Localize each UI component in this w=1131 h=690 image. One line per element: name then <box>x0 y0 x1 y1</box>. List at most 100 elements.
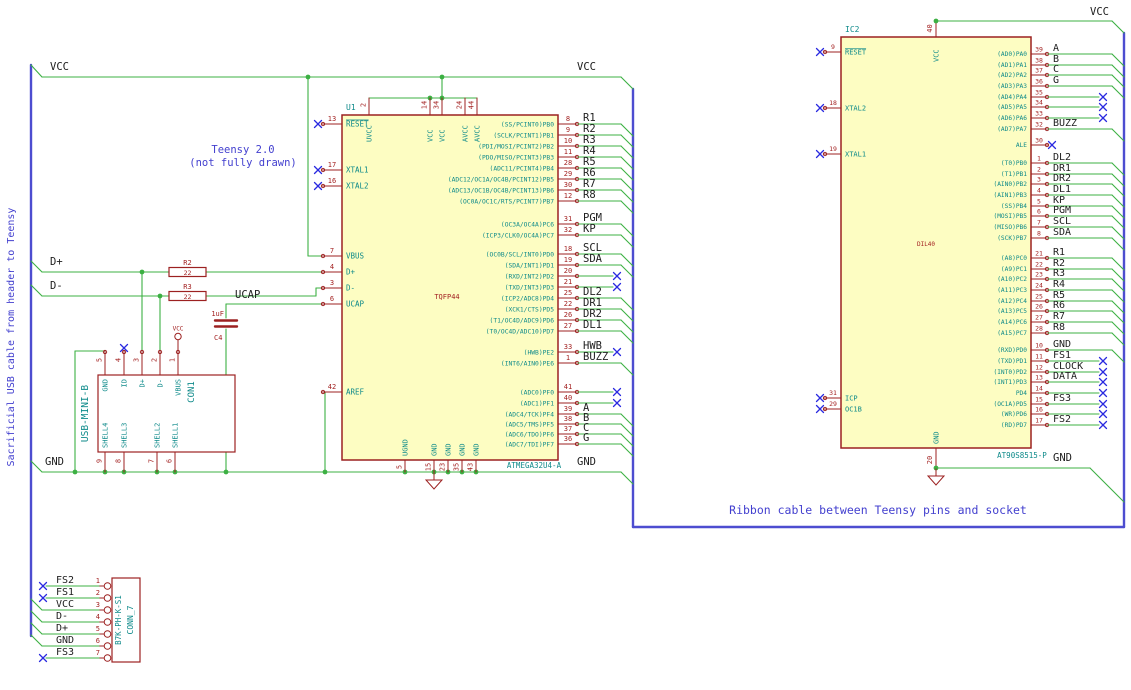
wire <box>620 330 634 344</box>
wire <box>1111 257 1125 271</box>
component-ref: R3 <box>183 283 191 291</box>
pin-name: XTAL2 <box>346 182 369 191</box>
net-label: FS2 <box>56 575 74 586</box>
wire <box>1111 310 1125 324</box>
pin-number: 4 <box>115 358 123 362</box>
pin-number: 32 <box>564 226 572 234</box>
component-value: 22 <box>184 293 192 301</box>
pin-number: 14 <box>1035 385 1043 393</box>
pin-socket-circle <box>103 618 112 626</box>
wire <box>1111 20 1125 34</box>
pin-number: 11 <box>564 148 572 156</box>
pin-socket-circle <box>103 594 112 602</box>
pin-name: AREF <box>346 388 365 397</box>
con1-body[interactable] <box>97 374 236 453</box>
vcc-symbol <box>174 332 182 341</box>
pin-number: 35 <box>453 463 461 471</box>
teensy-note-line1: Teensy 2.0 <box>211 144 274 156</box>
pin-number: 6 <box>96 637 100 645</box>
net-label: R8 <box>1053 322 1065 333</box>
pin-number: 21 <box>564 278 572 286</box>
pin-number: 26 <box>564 311 572 319</box>
wire <box>1111 300 1125 314</box>
junction-dot <box>322 469 328 475</box>
pin-number: 17 <box>1035 417 1043 425</box>
teensy-note-line2: (not fully drawn) <box>189 157 296 169</box>
pin-name: (OC3A/OC4A)PC6 <box>501 221 554 228</box>
component-value: 22 <box>184 269 192 277</box>
pin-name: XTAL2 <box>845 104 866 112</box>
pin-name: (AD5)PA5 <box>997 104 1027 111</box>
pin-number: 21 <box>1035 250 1043 258</box>
pin-number: 15 <box>425 463 433 471</box>
ribbon-cable-note: Ribbon cable between Teensy pins and soc… <box>729 503 1027 517</box>
net-label: VCC <box>56 599 74 610</box>
pin-number: 7 <box>330 247 334 255</box>
net-label: R1 <box>1053 247 1065 258</box>
wire <box>620 223 634 237</box>
component-value: B7K-PH-K-S1 <box>114 595 123 645</box>
wire <box>1111 173 1125 187</box>
pin-name: UVCC <box>366 125 374 142</box>
pin-name: (AIN1)PB3 <box>993 192 1027 199</box>
pin-socket-circle <box>103 654 112 662</box>
component-footprint: DIL40 <box>917 241 935 248</box>
pin-number: 29 <box>564 170 572 178</box>
pin-name: (TXD)PD1 <box>997 358 1027 365</box>
pin-name: (ADC12/OC1A/OC4B/PCINT12)PB5 <box>448 176 554 183</box>
pin-name: (PDO/MISO/PCINT3)PB3 <box>478 154 554 161</box>
pin-name: (ADC0)PF0 <box>520 389 554 396</box>
net-label-dminus: D- <box>50 280 63 292</box>
pin-number: 7 <box>1037 219 1041 227</box>
pin-number: 36 <box>564 435 572 443</box>
pin-number: 39 <box>564 405 572 413</box>
wire <box>620 264 634 278</box>
pin-number: 25 <box>1035 293 1043 301</box>
pin-number: 7 <box>96 649 100 657</box>
schematic-canvas: Ribbon cable between Teensy pins and soc… <box>6 6 1126 663</box>
pin-number: 24 <box>1035 282 1043 290</box>
pin-number: 10 <box>1035 342 1043 350</box>
pin-name: (AD7)PA7 <box>997 126 1027 133</box>
pin-name: (RD)PD7 <box>1001 422 1027 429</box>
pin-name: (ADC4/TCK)PF4 <box>505 411 554 418</box>
pin-name: (A8)PC0 <box>1001 255 1027 262</box>
wire <box>1111 332 1125 346</box>
net-label: DATA <box>1053 371 1077 382</box>
wire <box>620 234 634 248</box>
pin-number: 2 <box>96 589 100 597</box>
net-label: SCL <box>1053 216 1071 227</box>
net-label: R7 <box>1053 311 1065 322</box>
net-label-gnd: GND <box>577 456 596 468</box>
net-label: FS1 <box>56 587 74 598</box>
junction-dot <box>72 469 78 475</box>
pin-number: 13 <box>328 115 336 123</box>
pin-number: 31 <box>829 389 837 397</box>
net-label: D+ <box>56 623 68 634</box>
net-label-ucap: UCAP <box>235 289 260 301</box>
pin-number: 3 <box>133 358 141 362</box>
pin-name: (SDA/INT1)PD1 <box>505 262 554 269</box>
net-label: DL2 <box>1053 152 1071 163</box>
component-ref: CON1 <box>187 381 197 403</box>
pin-number: 23 <box>439 463 447 471</box>
pin-name: ID <box>121 379 129 387</box>
pin-number: 39 <box>1035 46 1043 54</box>
pin-name: (OC0B/SCL/INT0)PD0 <box>486 251 554 258</box>
pin-number: 24 <box>456 101 464 109</box>
pin-socket-circle <box>103 642 112 650</box>
pin-number: 36 <box>1035 78 1043 86</box>
pin-name: (SCK)PB7 <box>997 235 1027 242</box>
pin-number: 38 <box>564 415 572 423</box>
net-label: G <box>583 432 589 444</box>
net-label: D- <box>56 611 68 622</box>
pin-name: (T1/OC4D/ADC9)PD6 <box>490 317 555 324</box>
pin-name: (A10)PC2 <box>997 276 1027 283</box>
pin-name: SHELL4 <box>102 423 110 448</box>
pin-name: (A15)PC7 <box>997 330 1027 337</box>
pin-number: 27 <box>1035 314 1043 322</box>
pin-number: 20 <box>564 267 572 275</box>
pin-name: GND <box>473 443 481 456</box>
net-label: R3 <box>1053 268 1065 279</box>
wire <box>620 145 634 159</box>
